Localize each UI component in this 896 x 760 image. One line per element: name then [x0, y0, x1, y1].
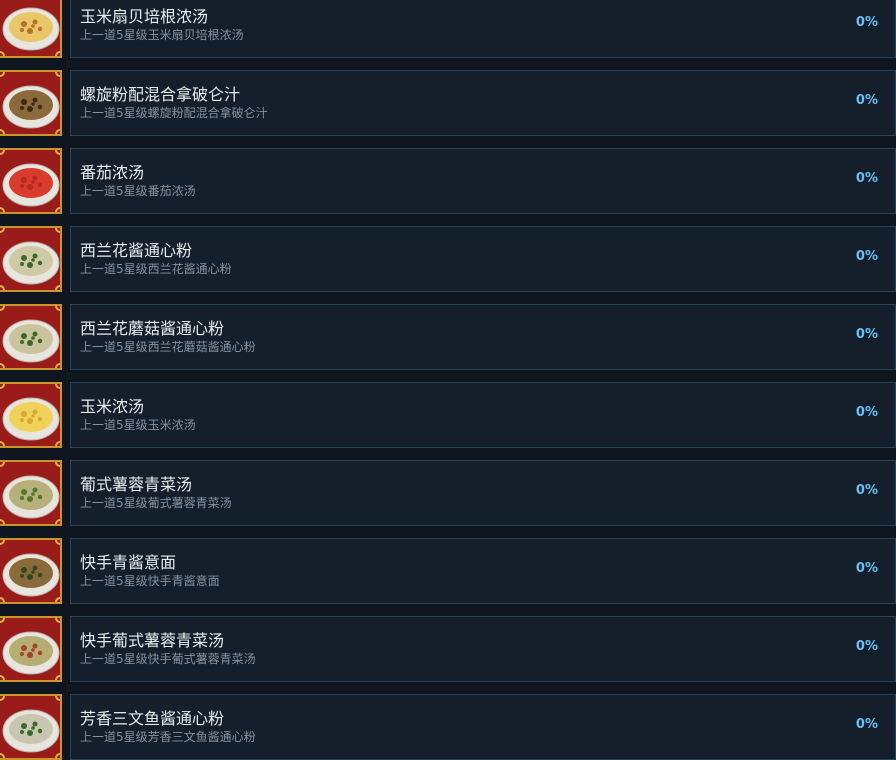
dish-bowl-icon — [2, 163, 60, 207]
quick-caldo-verde-icon — [0, 616, 62, 682]
unlock-percentage: 0% — [855, 93, 878, 108]
unlock-percentage: 0% — [855, 249, 878, 264]
broccoli-mushroom-macaroni-icon — [0, 304, 62, 370]
unlock-percentage: 0% — [855, 15, 878, 30]
dish-bowl-icon — [2, 631, 60, 675]
achievement-card: 葡式薯蓉青菜汤上一道5星级葡式薯蓉青菜汤 0% — [70, 460, 896, 526]
achievement-description: 上一道5星级葡式薯蓉青菜汤 — [80, 496, 232, 510]
aromatic-salmon-macaroni-icon — [0, 694, 62, 760]
achievement-description: 上一道5星级玉米扇贝培根浓汤 — [80, 28, 244, 42]
achievement-title: 西兰花酱通心粉 — [80, 241, 193, 260]
dish-bowl-icon — [2, 397, 60, 441]
achievement-row[interactable]: 西兰花蘑菇酱通心粉上一道5星级西兰花蘑菇酱通心粉 0% — [0, 304, 896, 370]
achievement-title: 番茄浓汤 — [80, 163, 145, 182]
unlock-percentage: 0% — [855, 405, 878, 420]
quick-pesto-pasta-icon — [0, 538, 62, 604]
dish-bowl-icon — [2, 475, 60, 519]
achievement-title: 芳香三文鱼酱通心粉 — [80, 709, 225, 728]
achievement-card: 快手葡式薯蓉青菜汤上一道5星级快手葡式薯蓉青菜汤 0% — [70, 616, 896, 682]
dish-bowl-icon — [2, 7, 60, 51]
fusilli-napoli-sauce-icon — [0, 70, 62, 136]
unlock-percentage: 0% — [855, 171, 878, 186]
achievement-title: 快手青酱意面 — [80, 553, 177, 572]
achievement-description: 上一道5星级螺旋粉配混合拿破仑汁 — [80, 106, 268, 120]
broccoli-macaroni-icon — [0, 226, 62, 292]
achievement-title: 玉米扇贝培根浓汤 — [80, 7, 209, 26]
achievement-description: 上一道5星级快手青酱意面 — [80, 574, 220, 588]
corn-scallop-bacon-chowder-icon — [0, 0, 62, 58]
dish-bowl-icon — [2, 85, 60, 129]
achievement-title: 西兰花蘑菇酱通心粉 — [80, 319, 225, 338]
achievement-card: 快手青酱意面上一道5星级快手青酱意面 0% — [70, 538, 896, 604]
achievement-title: 螺旋粉配混合拿破仑汁 — [80, 85, 241, 104]
achievement-description: 上一道5星级芳香三文鱼酱通心粉 — [80, 730, 256, 744]
achievement-row[interactable]: 西兰花酱通心粉上一道5星级西兰花酱通心粉 0% — [0, 226, 896, 292]
achievement-description: 上一道5星级西兰花蘑菇酱通心粉 — [80, 340, 256, 354]
dish-bowl-icon — [2, 319, 60, 363]
achievement-description: 上一道5星级番茄浓汤 — [80, 184, 196, 198]
caldo-verde-icon — [0, 460, 62, 526]
corn-soup-icon — [0, 382, 62, 448]
achievement-title: 快手葡式薯蓉青菜汤 — [80, 631, 225, 650]
achievement-card: 西兰花蘑菇酱通心粉上一道5星级西兰花蘑菇酱通心粉 0% — [70, 304, 896, 370]
achievement-row[interactable]: 快手青酱意面上一道5星级快手青酱意面 0% — [0, 538, 896, 604]
achievement-row[interactable]: 快手葡式薯蓉青菜汤上一道5星级快手葡式薯蓉青菜汤 0% — [0, 616, 896, 682]
unlock-percentage: 0% — [855, 717, 878, 732]
achievement-row[interactable]: 番茄浓汤上一道5星级番茄浓汤 0% — [0, 148, 896, 214]
unlock-percentage: 0% — [855, 483, 878, 498]
achievement-description: 上一道5星级快手葡式薯蓉青菜汤 — [80, 652, 256, 666]
achievement-card: 西兰花酱通心粉上一道5星级西兰花酱通心粉 0% — [70, 226, 896, 292]
achievement-title: 葡式薯蓉青菜汤 — [80, 475, 193, 494]
achievement-row[interactable]: 玉米扇贝培根浓汤上一道5星级玉米扇贝培根浓汤 0% — [0, 0, 896, 58]
achievement-title: 玉米浓汤 — [80, 397, 145, 416]
achievement-card: 玉米扇贝培根浓汤上一道5星级玉米扇贝培根浓汤 0% — [70, 0, 896, 58]
dish-bowl-icon — [2, 553, 60, 597]
achievement-row[interactable]: 玉米浓汤上一道5星级玉米浓汤 0% — [0, 382, 896, 448]
dish-bowl-icon — [2, 241, 60, 285]
achievement-row[interactable]: 芳香三文鱼酱通心粉上一道5星级芳香三文鱼酱通心粉 0% — [0, 694, 896, 760]
unlock-percentage: 0% — [855, 561, 878, 576]
achievement-card: 番茄浓汤上一道5星级番茄浓汤 0% — [70, 148, 896, 214]
achievement-card: 芳香三文鱼酱通心粉上一道5星级芳香三文鱼酱通心粉 0% — [70, 694, 896, 760]
achievement-row[interactable]: 葡式薯蓉青菜汤上一道5星级葡式薯蓉青菜汤 0% — [0, 460, 896, 526]
dish-bowl-icon — [2, 709, 60, 753]
unlock-percentage: 0% — [855, 639, 878, 654]
achievement-row[interactable]: 螺旋粉配混合拿破仑汁上一道5星级螺旋粉配混合拿破仑汁 0% — [0, 70, 896, 136]
achievement-card: 螺旋粉配混合拿破仑汁上一道5星级螺旋粉配混合拿破仑汁 0% — [70, 70, 896, 136]
achievement-list: 玉米扇贝培根浓汤 上一道5星级玉米扇贝培根浓汤 0% 螺旋粉配混合拿破仑汁 上一道5星级… — [0, 0, 896, 760]
tomato-soup-icon — [0, 148, 62, 214]
achievement-description: 上一道5星级西兰花酱通心粉 — [80, 262, 232, 276]
achievement-card: 玉米浓汤上一道5星级玉米浓汤 0% — [70, 382, 896, 448]
achievement-description: 上一道5星级玉米浓汤 — [80, 418, 196, 432]
unlock-percentage: 0% — [855, 327, 878, 342]
